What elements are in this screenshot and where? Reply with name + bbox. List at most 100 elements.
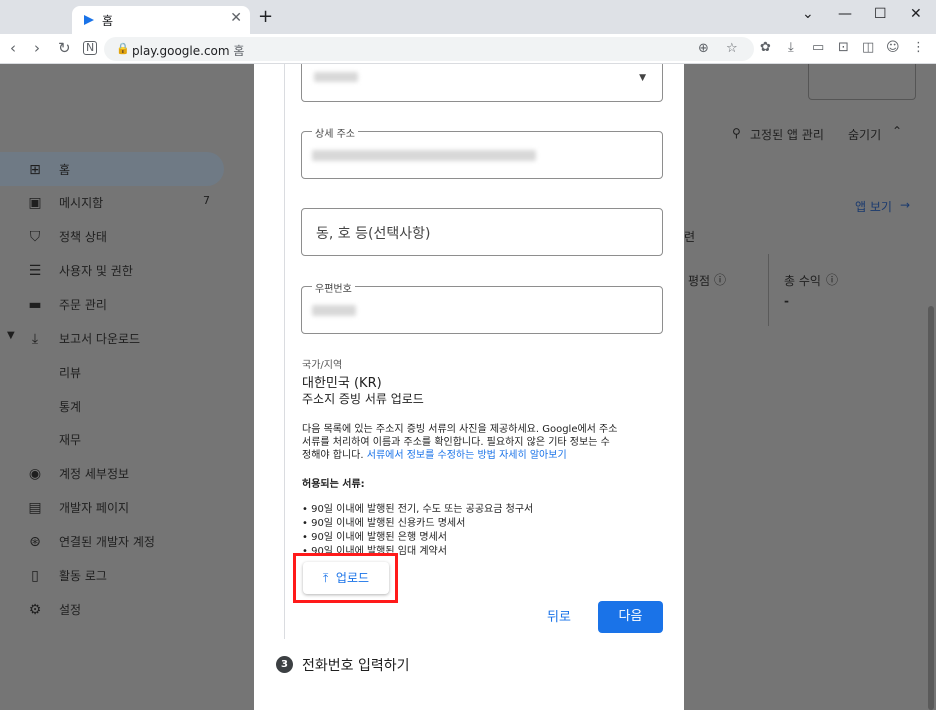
browser-tab[interactable]: 홈 ✕ (72, 6, 250, 34)
web-icon: ▤ (28, 500, 42, 516)
sidebar-item-label: 홈 (59, 163, 71, 177)
sidebar-item-label: 보고서 다운로드 (59, 332, 141, 346)
field-label: 상세 주소 (312, 125, 358, 140)
app-view-link[interactable]: 앱 보기 (855, 198, 892, 215)
upload-highlight: ⤒ 업로드 (293, 553, 398, 603)
stepper-line (284, 64, 285, 639)
allowed-heading: 허용되는 서류: (302, 479, 365, 490)
allowed-item: • 90일 이내에 발행된 신용카드 명세서 (302, 518, 466, 529)
browser-tab-bar: 홈 ✕ + ⌄ — ☐ ✕ (0, 0, 936, 34)
new-tab-button[interactable]: + (258, 8, 273, 26)
sidebar-item-account[interactable]: ◉ 계정 세부정보 (0, 456, 240, 490)
sidebar-item-label: 정책 상태 (59, 230, 107, 244)
page-scrollbar[interactable] (928, 306, 934, 710)
bg-card (808, 64, 916, 100)
sidebar-item-label: 개발자 페이지 (59, 501, 130, 515)
bg-partial-text: 련 (684, 230, 696, 244)
address-bar: ‹ › ↻ N 🔒 play.google.com 홈 ⊕ ☆ ✿ ⤓ ▭ ⊡ … (0, 34, 936, 64)
reload-icon[interactable]: ↻ (58, 39, 71, 57)
lock-icon: 🔒 (116, 42, 130, 55)
play-console-icon (84, 15, 94, 25)
unit-placeholder: 동, 호 등(선택사항) (316, 226, 431, 242)
sidebar-item-label: 주문 관리 (59, 298, 107, 312)
sidebar-item-label: 계정 세부정보 (59, 467, 130, 481)
region-select[interactable]: ▼ (301, 64, 663, 102)
upload-button[interactable]: ⤒ 업로드 (303, 562, 389, 594)
upload-button-label: 업로드 (335, 571, 370, 585)
sidebar-item-orders[interactable]: ▬ 주문 관리 (0, 287, 240, 321)
redacted-value (312, 150, 536, 161)
doc-icon: ▯ (31, 568, 39, 584)
sidebar-item-label: 활동 로그 (59, 569, 107, 583)
tab-search-icon[interactable]: ⌄ (802, 6, 814, 22)
desc-line-3: 정해야 합니다. 서류에서 정보를 수정하는 방법 자세히 알아보기 (302, 450, 567, 461)
zoom-icon[interactable]: ⊕ (698, 41, 709, 56)
sidebar-item-finance[interactable]: 재무 (0, 422, 240, 456)
sidebar: ⊞ 홈 ▣ 메시지함 7 ⛉ 정책 상태 ☰ 사용자 및 권한 ▬ 주문 관리 … (0, 64, 240, 710)
sidebar-item-inbox[interactable]: ▣ 메시지함 7 (0, 185, 240, 219)
learn-more-link[interactable]: 서류에서 정보를 수정하는 방법 자세히 알아보기 (367, 450, 567, 461)
inbox-icon: ▣ (28, 195, 42, 211)
menu-icon[interactable]: ⋮ (912, 40, 925, 55)
sidebar-item-stats[interactable]: 통계 (0, 389, 240, 423)
upload-icon: ⤒ (322, 571, 329, 585)
bookmark-star-icon[interactable]: ☆ (726, 41, 738, 56)
sidebar-item-activity[interactable]: ▯ 활동 로그 (0, 558, 240, 592)
hide-link[interactable]: 숨기기 (848, 126, 881, 143)
profile-icon[interactable]: ☺ (886, 40, 900, 55)
chevron-down-icon: ▼ (7, 330, 15, 341)
allowed-item: • 90일 이내에 발행된 은행 명세서 (302, 532, 447, 543)
sidebar-item-label: 사용자 및 권한 (59, 264, 133, 278)
card-icon: ▬ (28, 297, 42, 313)
maximize-button[interactable]: ☐ (874, 6, 887, 22)
revenue-label: 총 수익 (784, 274, 821, 288)
sidebar-item-reports[interactable]: ▼ ⤓ 보고서 다운로드 (0, 321, 240, 355)
omnibox[interactable]: 🔒 play.google.com 홈 ⊕ ☆ (104, 37, 754, 61)
chevron-up-icon[interactable]: ⌃ (892, 124, 902, 138)
redacted-value (314, 72, 358, 82)
screenshot-icon[interactable]: ⊡ (838, 40, 849, 55)
sidebar-item-devpage[interactable]: ▤ 개발자 페이지 (0, 490, 240, 524)
extensions-icon[interactable]: ✿ (760, 40, 771, 55)
cast-icon[interactable]: ▭ (812, 40, 824, 55)
download-icon[interactable]: ⤓ (788, 40, 794, 55)
country-value: 대한민국 (KR) (302, 376, 382, 391)
help-icon: ⓘ (714, 273, 727, 287)
sidebar-item-policy[interactable]: ⛉ 정책 상태 (0, 219, 240, 253)
help-icon: ⓘ (826, 273, 839, 287)
minimize-button[interactable]: — (838, 6, 852, 22)
download-icon: ⤓ (31, 331, 39, 347)
close-window-button[interactable]: ✕ (910, 6, 922, 22)
pinned-manage-link[interactable]: 고정된 앱 관리 (750, 126, 824, 143)
link-icon: ⊛ (29, 534, 41, 550)
sidebar-item-linked[interactable]: ⊛ 연결된 개발자 계정 (0, 524, 240, 558)
forward-icon[interactable]: › (34, 39, 40, 57)
users-icon: ☰ (28, 263, 42, 279)
grid-icon: ⊞ (29, 162, 41, 178)
sidebar-item-reviews[interactable]: 리뷰 (0, 355, 240, 389)
unit-field[interactable]: 동, 호 등(선택사항) (301, 208, 663, 256)
sidepanel-icon[interactable]: ◫ (862, 40, 874, 55)
sidebar-item-label: 설정 (59, 603, 82, 617)
account-icon: ◉ (28, 466, 42, 482)
next-button[interactable]: 다음 (598, 601, 663, 633)
postal-code-field[interactable]: 우편번호 (301, 280, 663, 334)
close-icon[interactable]: ✕ (230, 10, 242, 26)
detail-address-field[interactable]: 상세 주소 (301, 125, 663, 179)
sidebar-item-settings[interactable]: ⚙ 설정 (0, 592, 240, 626)
url-text: play.google.com 홈 (132, 44, 245, 58)
field-label: 우편번호 (312, 280, 355, 295)
back-button[interactable]: 뒤로 (534, 604, 584, 632)
reader-icon[interactable]: N (83, 41, 98, 55)
step-label-phone[interactable]: 전화번호 입력하기 (302, 655, 410, 675)
rating-label: 평점 (688, 274, 711, 288)
back-icon[interactable]: ‹ (10, 39, 16, 57)
sidebar-item-label: 통계 (59, 400, 82, 414)
tab-title: 홈 (102, 14, 114, 28)
upload-section-title: 주소지 증빙 서류 업로드 (302, 392, 424, 406)
sidebar-item-users[interactable]: ☰ 사용자 및 권한 (0, 253, 240, 287)
sidebar-item-home[interactable]: ⊞ 홈 (0, 152, 224, 186)
arrow-right-icon: → (900, 198, 911, 212)
page-backdrop: ⊞ 홈 ▣ 메시지함 7 ⛉ 정책 상태 ☰ 사용자 및 권한 ▬ 주문 관리 … (0, 64, 936, 710)
allowed-item: • 90일 이내에 발행된 전기, 수도 또는 공공요금 청구서 (302, 504, 534, 515)
